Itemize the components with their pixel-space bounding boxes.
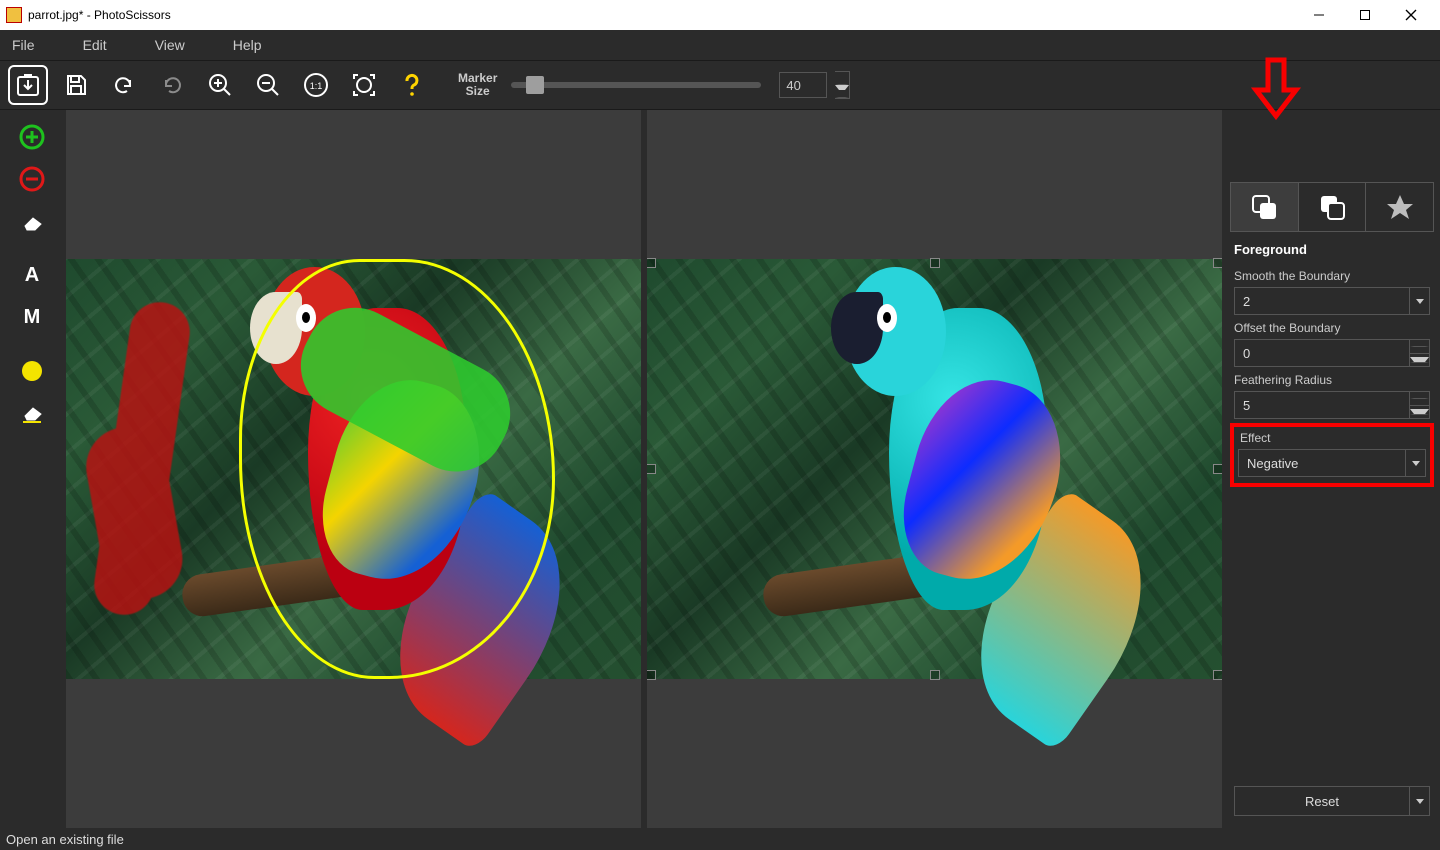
yellow-circle-icon	[19, 358, 45, 384]
save-icon	[63, 72, 89, 98]
panel-section-title: Foreground	[1224, 232, 1440, 263]
step-down-icon[interactable]	[835, 85, 849, 98]
source-canvas[interactable]	[66, 110, 641, 828]
foreground-marker-button[interactable]	[9, 118, 55, 156]
auto-mode-button[interactable]: A	[9, 256, 55, 294]
manual-mode-button[interactable]: M	[9, 298, 55, 336]
menu-view[interactable]: View	[143, 33, 221, 57]
tab-background[interactable]	[1299, 183, 1367, 231]
eraser-icon	[19, 210, 45, 232]
parrot-negative	[831, 267, 1119, 670]
smooth-field[interactable]: 2	[1234, 287, 1430, 315]
smooth-value[interactable]: 2	[1235, 288, 1409, 314]
crop-handle[interactable]	[647, 464, 656, 474]
smooth-label: Smooth the Boundary	[1224, 263, 1440, 287]
result-canvas[interactable]	[647, 110, 1222, 828]
source-image	[66, 259, 641, 679]
svg-text:1:1: 1:1	[310, 81, 323, 91]
tab-foreground[interactable]	[1231, 183, 1299, 231]
zoom-in-icon	[207, 72, 233, 98]
redo-icon	[159, 72, 185, 98]
result-image	[647, 259, 1222, 679]
reset-dropdown[interactable]	[1409, 787, 1429, 815]
crop-handle[interactable]	[1213, 258, 1222, 268]
title-bar: parrot.jpg* - PhotoScissors	[0, 0, 1440, 30]
status-bar: Open an existing file	[0, 828, 1440, 850]
eraser-button[interactable]	[9, 202, 55, 240]
marker-size-value[interactable]: 40	[779, 72, 827, 98]
save-button[interactable]	[56, 65, 96, 105]
marker-size-stepper[interactable]	[835, 71, 850, 99]
menu-edit[interactable]: Edit	[71, 33, 143, 57]
question-icon	[399, 72, 425, 98]
zoom-out-icon	[255, 72, 281, 98]
status-text: Open an existing file	[6, 832, 124, 847]
app-icon	[6, 7, 22, 23]
effect-highlight: Effect Negative	[1230, 423, 1434, 487]
crop-handle[interactable]	[1213, 464, 1222, 474]
maximize-button[interactable]	[1342, 0, 1388, 30]
background-marker-button[interactable]	[9, 160, 55, 198]
feather-stepper[interactable]	[1409, 392, 1429, 418]
background-stroke	[90, 298, 193, 618]
effect-dropdown[interactable]	[1405, 450, 1425, 476]
undo-button[interactable]	[104, 65, 144, 105]
star-icon	[1385, 192, 1415, 222]
slider-thumb[interactable]	[526, 76, 544, 94]
eraser-underline-icon	[19, 402, 45, 424]
menu-bar: File Edit View Help	[0, 30, 1440, 60]
toolbar: 1:1 MarkerSize 40	[0, 60, 1440, 110]
open-icon	[14, 71, 42, 99]
zoom-out-button[interactable]	[248, 65, 288, 105]
offset-label: Offset the Boundary	[1224, 315, 1440, 339]
zoom-in-button[interactable]	[200, 65, 240, 105]
zoom-1to1-icon: 1:1	[303, 72, 329, 98]
menu-file[interactable]: File	[4, 33, 71, 57]
yellow-marker-button[interactable]	[9, 352, 55, 390]
close-button[interactable]	[1388, 0, 1434, 30]
step-up-icon[interactable]	[835, 72, 849, 85]
zoom-actual-button[interactable]: 1:1	[296, 65, 336, 105]
offset-stepper[interactable]	[1409, 340, 1429, 366]
crop-handle[interactable]	[930, 670, 940, 680]
tab-effects[interactable]	[1366, 183, 1433, 231]
marker-size-label: MarkerSize	[458, 72, 497, 98]
right-panel: Foreground Smooth the Boundary 2 Offset …	[1224, 110, 1440, 828]
offset-field[interactable]: 0	[1234, 339, 1430, 367]
crop-handle[interactable]	[1213, 670, 1222, 680]
effect-field[interactable]: Negative	[1238, 449, 1426, 477]
left-toolbar: A M	[0, 110, 64, 828]
crop-handle[interactable]	[930, 258, 940, 268]
reset-label: Reset	[1235, 787, 1409, 815]
minus-circle-icon	[19, 166, 45, 192]
feather-field[interactable]: 5	[1234, 391, 1430, 419]
marker-size-slider[interactable]	[511, 82, 761, 88]
menu-help[interactable]: Help	[221, 33, 298, 57]
undo-icon	[111, 72, 137, 98]
foreground-tab-icon	[1249, 192, 1279, 222]
panel-tabs	[1230, 182, 1434, 232]
smooth-dropdown[interactable]	[1409, 288, 1429, 314]
window-title: parrot.jpg* - PhotoScissors	[28, 8, 171, 22]
crop-handle[interactable]	[647, 670, 656, 680]
crop-handle[interactable]	[647, 258, 656, 268]
background-tab-icon	[1317, 192, 1347, 222]
effect-label: Effect	[1236, 429, 1428, 449]
canvas-area	[64, 110, 1224, 828]
help-button[interactable]	[392, 65, 432, 105]
zoom-fit-icon	[351, 72, 377, 98]
clear-marker-button[interactable]	[9, 394, 55, 432]
plus-circle-icon	[19, 124, 45, 150]
annotation-arrow-icon	[1246, 56, 1306, 120]
offset-value[interactable]: 0	[1235, 340, 1409, 366]
feather-value[interactable]: 5	[1235, 392, 1409, 418]
redo-button[interactable]	[152, 65, 192, 105]
reset-button[interactable]: Reset	[1234, 786, 1430, 816]
open-button[interactable]	[8, 65, 48, 105]
feather-label: Feathering Radius	[1224, 367, 1440, 391]
main-area: A M	[0, 110, 1440, 828]
minimize-button[interactable]	[1296, 0, 1342, 30]
zoom-fit-button[interactable]	[344, 65, 384, 105]
effect-value[interactable]: Negative	[1239, 450, 1405, 476]
